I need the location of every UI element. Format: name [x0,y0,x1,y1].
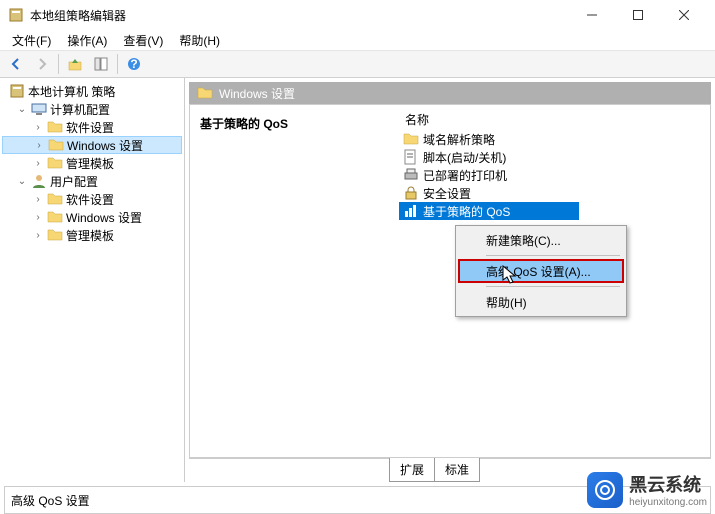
tree-label: Windows 设置 [66,209,142,226]
list-item[interactable]: 已部署的打印机 [399,166,706,184]
menu-separator [486,286,620,287]
tree-software-settings[interactable]: › 软件设置 [2,118,182,136]
tab-standard[interactable]: 标准 [434,458,480,482]
expander-icon[interactable]: ⌄ [16,104,28,115]
list-item-label: 域名解析策略 [423,131,495,148]
expander-icon[interactable]: › [33,140,45,151]
detail-body: 基于策略的 QoS 名称 域名解析策略 脚本(启动/关机) 已部署的打印机 [189,104,711,458]
tree-label: 软件设置 [66,119,114,136]
watermark-url: heiyunxitong.com [629,497,707,508]
tree-label: 管理模板 [66,155,114,172]
minimize-button[interactable] [569,0,615,30]
tree-user-templates[interactable]: › 管理模板 [2,226,182,244]
policy-icon [9,83,25,99]
tree-label: 用户配置 [50,173,98,190]
folder-icon [47,191,63,207]
tree-label: 管理模板 [66,227,114,244]
watermark-logo-icon [587,472,623,508]
computer-icon [31,101,47,117]
tree-admin-templates[interactable]: › 管理模板 [2,154,182,172]
toolbar: ? [0,50,715,78]
detail-title: 基于策略的 QoS [200,115,384,132]
qos-icon [403,203,419,219]
right-pane: Windows 设置 基于策略的 QoS 名称 域名解析策略 脚本(启动/关机)… [185,78,715,482]
pane-header: Windows 设置 [189,82,711,104]
menu-file[interactable]: 文件(F) [4,30,59,51]
back-button[interactable] [4,53,28,75]
tree-pane[interactable]: 本地计算机 策略 ⌄ 计算机配置 › 软件设置 › Windows 设置 › 管… [0,78,185,482]
menu-view[interactable]: 查看(V) [115,30,171,51]
folder-icon [47,119,63,135]
user-icon [31,173,47,189]
list-item[interactable]: 脚本(启动/关机) [399,148,706,166]
forward-button[interactable] [30,53,54,75]
menu-help[interactable]: 帮助(H) [171,30,228,51]
tree-label: Windows 设置 [67,137,143,154]
list-item-label: 脚本(启动/关机) [423,149,506,166]
folder-icon [197,85,213,101]
tab-extended[interactable]: 扩展 [389,458,435,482]
expander-icon[interactable]: › [32,194,44,205]
tree-user-config[interactable]: ⌄ 用户配置 [2,172,182,190]
folder-icon [48,137,64,153]
watermark: 黑云系统 heiyunxitong.com [587,471,707,508]
detail-description: 基于策略的 QoS [190,105,395,457]
expander-icon[interactable]: › [32,212,44,223]
help-button[interactable]: ? [122,53,146,75]
dns-icon [403,131,419,147]
printer-icon [403,167,419,183]
expander-icon[interactable]: › [32,122,44,133]
context-menu: 新建策略(C)... 高级 QoS 设置(A)... 帮助(H) [455,225,627,317]
list-item[interactable]: 安全设置 [399,184,706,202]
show-hide-tree-button[interactable] [89,53,113,75]
ctx-help[interactable]: 帮助(H) [458,290,624,314]
folder-icon [47,209,63,225]
column-header-name[interactable]: 名称 [399,109,706,130]
svg-text:?: ? [130,57,137,71]
tree-user-software[interactable]: › 软件设置 [2,190,182,208]
tree-label: 计算机配置 [50,101,110,118]
folder-icon [47,227,63,243]
expander-icon[interactable]: › [32,158,44,169]
list-item-label: 已部署的打印机 [423,167,507,184]
expander-icon[interactable]: ⌄ [16,176,28,187]
tree-root-label: 本地计算机 策略 [28,83,115,100]
up-level-button[interactable] [63,53,87,75]
lock-icon [403,185,419,201]
ctx-new-policy[interactable]: 新建策略(C)... [458,228,624,252]
script-icon [403,149,419,165]
menu-separator [486,255,620,256]
menu-action[interactable]: 操作(A) [59,30,115,51]
title-bar: 本地组策略编辑器 [0,0,715,30]
tree-root[interactable]: 本地计算机 策略 [2,82,182,100]
watermark-brand: 黑云系统 [629,471,707,497]
list-item-label: 安全设置 [423,185,471,202]
status-text: 高级 QoS 设置 [11,492,90,509]
app-icon [8,7,24,23]
tree-label: 软件设置 [66,191,114,208]
pane-header-title: Windows 设置 [219,85,295,102]
tree-windows-settings[interactable]: › Windows 设置 [2,136,182,154]
maximize-button[interactable] [615,0,661,30]
folder-icon [47,155,63,171]
close-button[interactable] [661,0,707,30]
tree-user-windows[interactable]: › Windows 设置 [2,208,182,226]
tree-computer-config[interactable]: ⌄ 计算机配置 [2,100,182,118]
list-item[interactable]: 域名解析策略 [399,130,706,148]
ctx-advanced-qos[interactable]: 高级 QoS 设置(A)... [458,259,624,283]
expander-icon[interactable]: › [32,230,44,241]
window-title: 本地组策略编辑器 [30,7,569,24]
menu-bar: 文件(F) 操作(A) 查看(V) 帮助(H) [0,30,715,50]
list-item-label: 基于策略的 QoS [423,203,510,220]
list-item-qos[interactable]: 基于策略的 QoS [399,202,579,220]
